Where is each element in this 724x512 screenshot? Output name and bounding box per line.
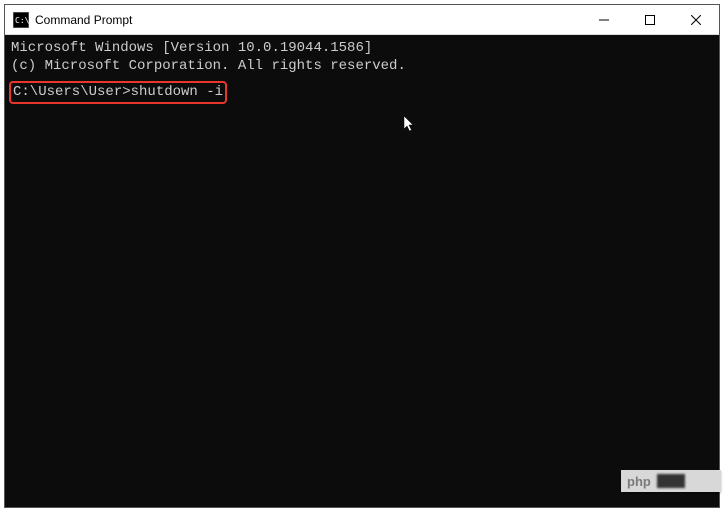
terminal-area[interactable]: Microsoft Windows [Version 10.0.19044.15… xyxy=(5,35,719,507)
svg-text:C:\: C:\ xyxy=(15,16,29,25)
watermark-text: php xyxy=(627,474,651,489)
window-title: Command Prompt xyxy=(35,13,581,27)
cmd-icon: C:\ xyxy=(13,12,29,28)
prompt-text: C:\Users\User> xyxy=(13,84,131,100)
maximize-button[interactable] xyxy=(627,5,673,34)
watermark-badge: php xyxy=(621,470,721,492)
version-line: Microsoft Windows [Version 10.0.19044.15… xyxy=(11,39,713,57)
mouse-cursor-icon xyxy=(403,115,417,140)
command-highlight: C:\Users\User>shutdown -i xyxy=(9,81,227,103)
window-controls xyxy=(581,5,719,34)
command-text: shutdown -i xyxy=(131,84,223,100)
minimize-button[interactable] xyxy=(581,5,627,34)
titlebar[interactable]: C:\ Command Prompt xyxy=(5,5,719,35)
copyright-line: (c) Microsoft Corporation. All rights re… xyxy=(11,57,713,75)
close-button[interactable] xyxy=(673,5,719,34)
command-prompt-window: C:\ Command Prompt Microsoft Windows [Ve… xyxy=(4,4,720,508)
watermark-blur xyxy=(657,474,685,488)
